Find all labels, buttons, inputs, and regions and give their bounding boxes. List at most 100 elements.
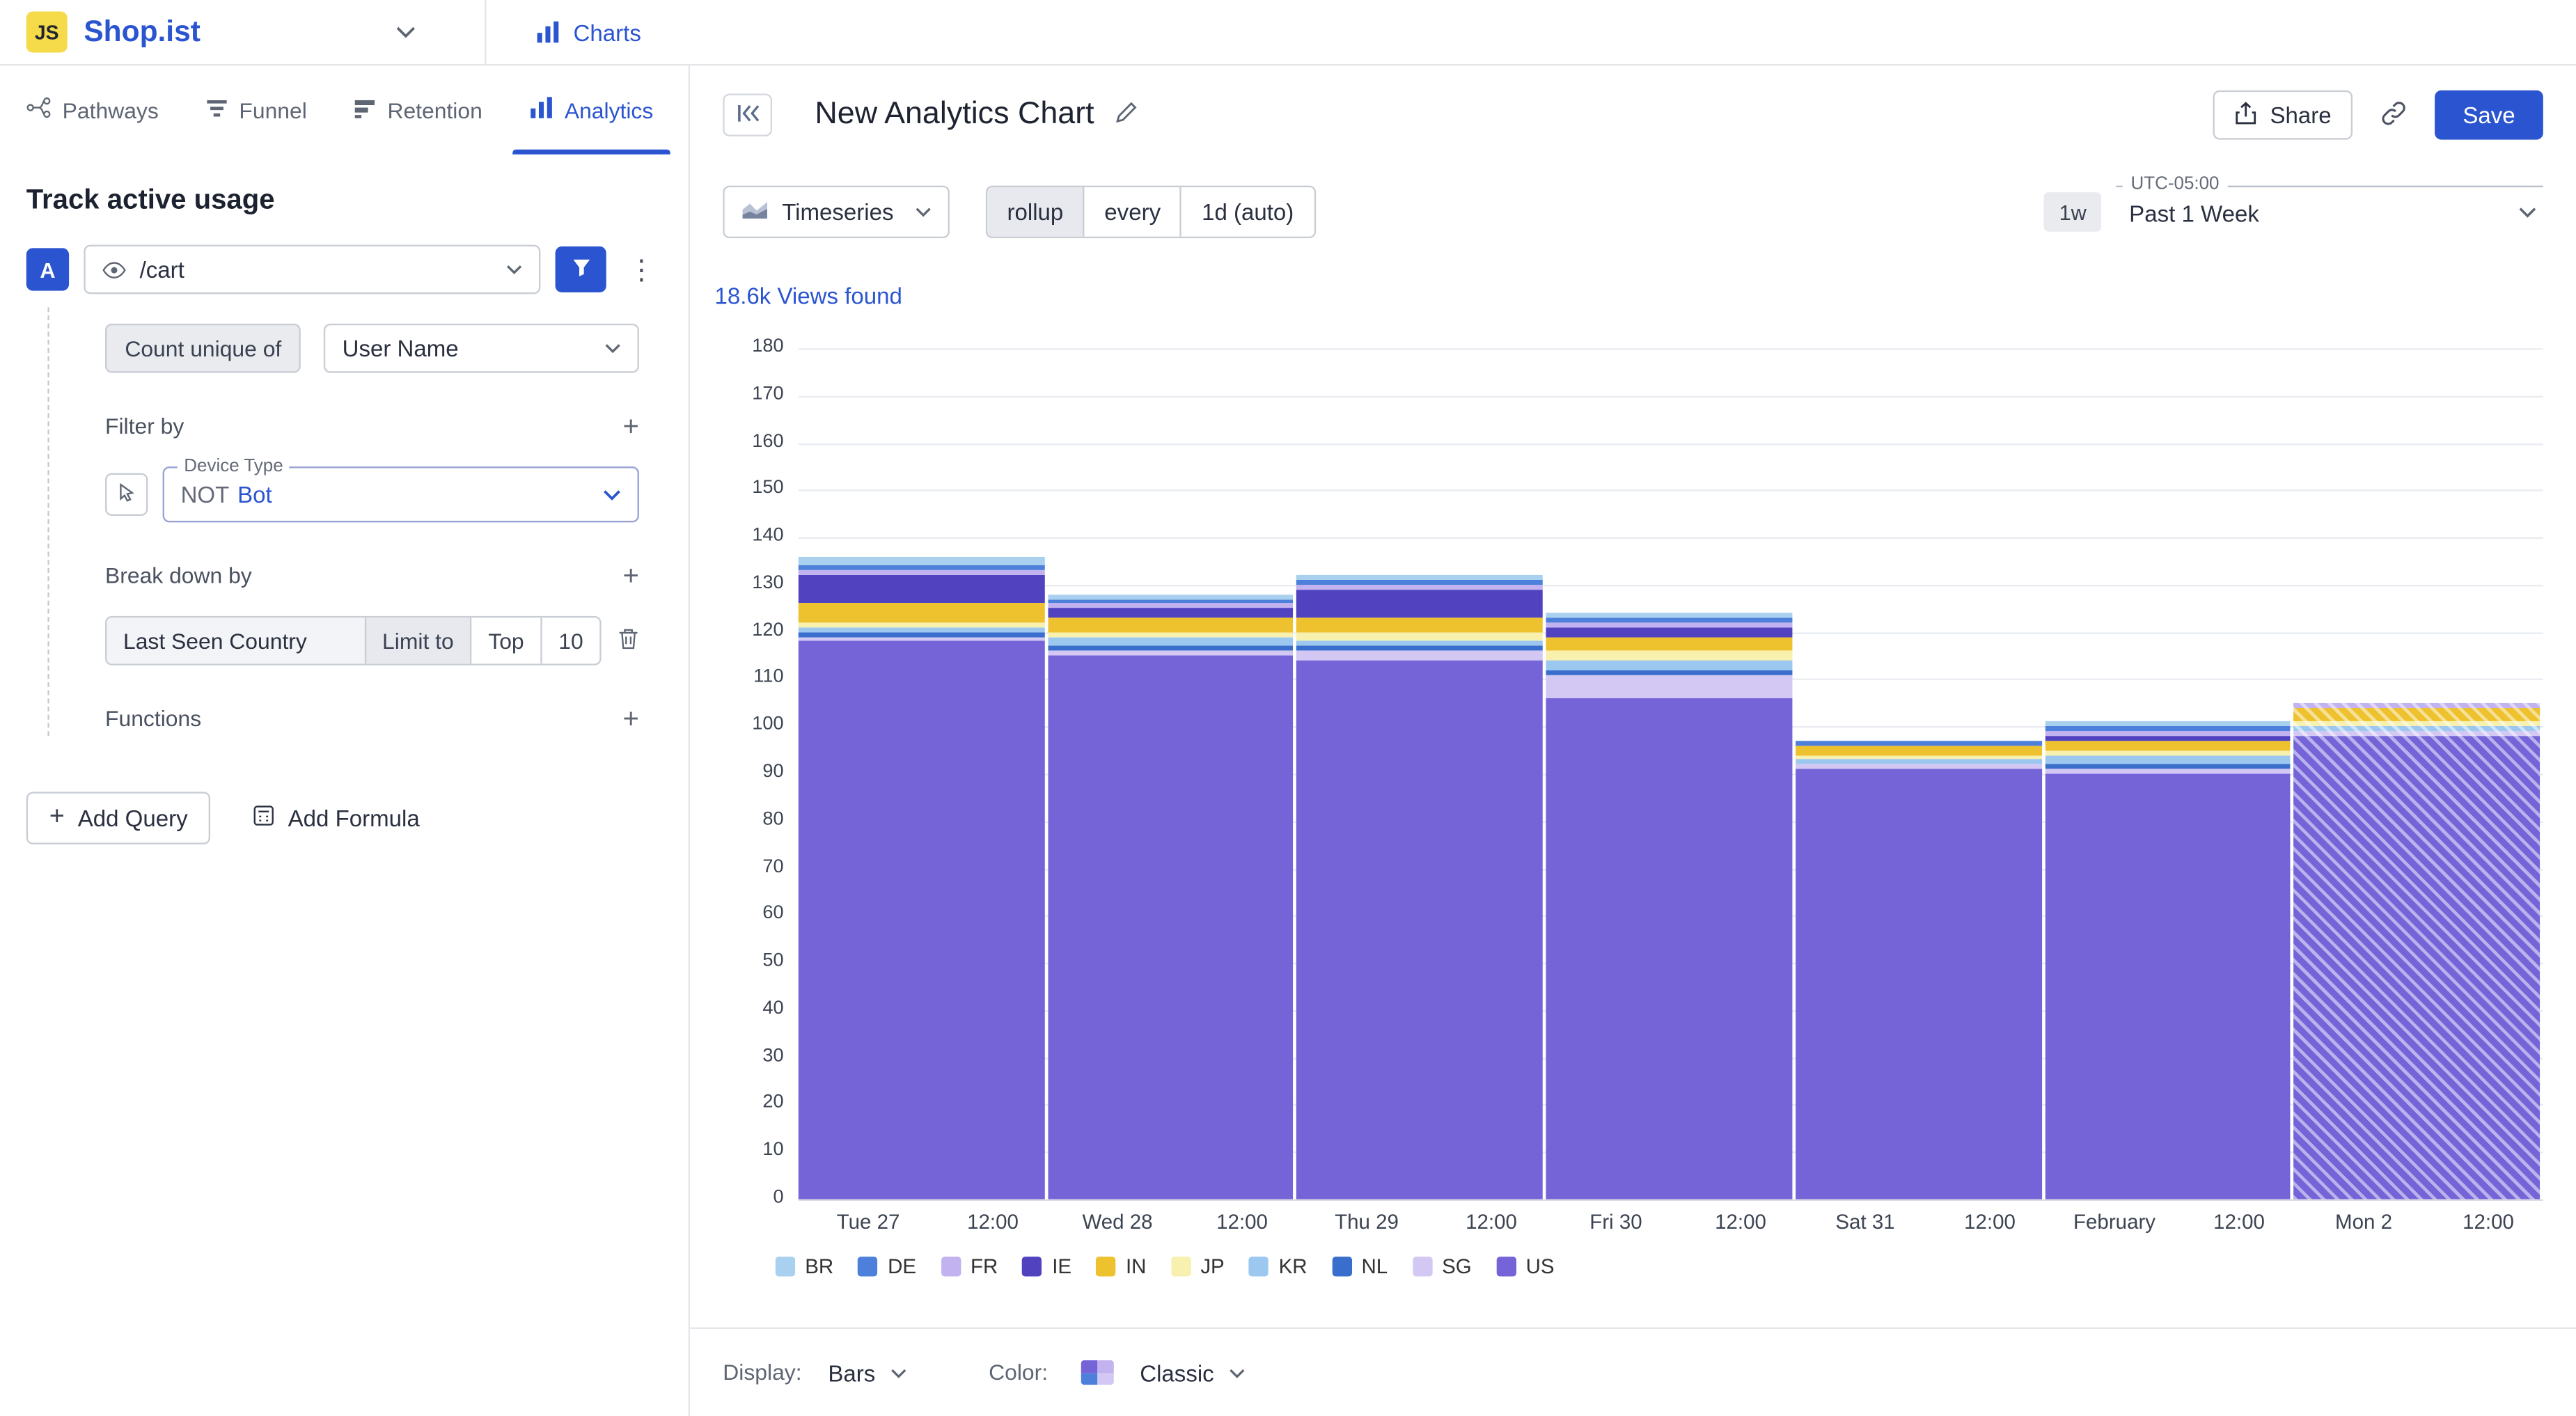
rollup-segment[interactable]: rollup <box>987 187 1083 237</box>
measure-select[interactable]: User Name <box>324 324 639 373</box>
top-bar: JS Shop.ist Charts <box>0 0 2576 65</box>
interval-segment[interactable]: 1d (auto) <box>1180 187 1313 237</box>
add-query-button[interactable]: + Add Query <box>26 792 211 844</box>
legend-item-SG[interactable]: SG <box>1413 1255 1472 1278</box>
bar-segment-JP <box>799 622 1044 627</box>
color-label: Color: <box>989 1360 1048 1385</box>
y-tick-label: 20 <box>762 1093 783 1112</box>
spacer <box>690 1278 2576 1291</box>
bar-segment-JP <box>1297 632 1543 642</box>
bar-segment-FR <box>1546 622 1792 627</box>
y-tick-label: 110 <box>753 668 783 687</box>
legend-item-JP[interactable]: JP <box>1171 1255 1225 1278</box>
tab-pathways[interactable]: Pathways <box>3 65 182 154</box>
app-brand[interactable]: JS Shop.ist <box>0 0 486 64</box>
legend-item-DE[interactable]: DE <box>858 1255 916 1278</box>
every-segment[interactable]: every <box>1083 187 1181 237</box>
link-icon <box>2380 100 2407 131</box>
timezone-label: UTC-05:00 <box>2123 174 2228 194</box>
legend-swatch <box>1496 1257 1516 1276</box>
bar-segment-JP <box>1546 651 1792 661</box>
legend-label: IN <box>1126 1255 1146 1278</box>
legend-item-IN[interactable]: IN <box>1096 1255 1146 1278</box>
device-type-filter-select[interactable]: Device Type NOT Bot <box>163 466 639 522</box>
bar-segment-IE <box>1546 627 1792 637</box>
bar-segment-IN <box>1796 746 2041 755</box>
viz-type-value: Timeseries <box>782 199 893 226</box>
add-breakdown-button[interactable]: + <box>622 562 638 590</box>
y-tick-label: 10 <box>762 1140 783 1160</box>
filter-cursor-button[interactable] <box>105 473 148 516</box>
legend-item-IE[interactable]: IE <box>1023 1255 1071 1278</box>
delete-breakdown-button[interactable] <box>618 627 639 654</box>
share-button[interactable]: Share <box>2213 91 2353 140</box>
header-actions: Share Save <box>2213 91 2543 140</box>
legend-item-KR[interactable]: KR <box>1249 1255 1307 1278</box>
limit-to-chip[interactable]: Limit to <box>364 617 470 663</box>
save-button[interactable]: Save <box>2435 91 2543 140</box>
views-found-link[interactable]: 18.6k Views found <box>714 283 902 309</box>
sidebar-actions: + Add Query Add Formula <box>0 792 689 844</box>
filter-row: Device Type NOT Bot <box>105 466 639 522</box>
tab-analytics[interactable]: Analytics <box>505 65 676 154</box>
limit-mode-select[interactable]: Top <box>470 617 540 663</box>
display-value: Bars <box>828 1360 875 1386</box>
filter-field-label: Device Type <box>178 457 290 476</box>
palette-color <box>1097 1373 1114 1385</box>
query-letter-badge[interactable]: A <box>26 248 69 290</box>
chevron-down-icon <box>506 265 523 274</box>
tab-retention[interactable]: Retention <box>330 65 505 154</box>
display-select[interactable]: Bars <box>818 1360 916 1386</box>
bar-segment-IN <box>2294 707 2540 721</box>
tab-funnel[interactable]: Funnel <box>182 65 330 154</box>
range-shortcut-chip[interactable]: 1w <box>2044 192 2101 232</box>
view-source-select[interactable]: /cart <box>84 245 540 294</box>
add-filter-button[interactable]: + <box>622 412 638 440</box>
app-root: JS Shop.ist Charts Pathways <box>0 0 2576 1416</box>
bar-sat-31 <box>1796 348 2041 1199</box>
query-kebab-menu[interactable]: ⋮ <box>621 255 662 283</box>
bar-segment-BR <box>1297 575 1543 580</box>
bar-segment-IE <box>799 575 1044 604</box>
copy-link-button[interactable] <box>2369 91 2419 140</box>
bar-segment-DE <box>1546 617 1792 622</box>
app-name[interactable]: Shop.ist <box>84 15 201 49</box>
color-select[interactable]: Classic <box>1130 1360 1255 1386</box>
query-filter-button[interactable] <box>556 246 606 292</box>
bar-segment-KR <box>2294 727 2540 732</box>
bar-segment-NL <box>2045 764 2291 769</box>
legend-item-NL[interactable]: NL <box>1332 1255 1388 1278</box>
bar-segment-BR <box>1546 613 1792 618</box>
view-source-value: /cart <box>140 256 184 283</box>
breakdown-section-row: Break down by + <box>105 562 639 590</box>
add-function-button[interactable]: + <box>622 705 638 732</box>
chevron-down-icon[interactable] <box>396 26 416 38</box>
limit-count-input[interactable]: 10 <box>540 617 599 663</box>
measure-value: User Name <box>343 335 459 361</box>
collapse-sidebar-button[interactable] <box>723 94 772 136</box>
bar-segment-SG <box>1297 651 1543 661</box>
palette-color <box>1081 1373 1097 1385</box>
bar-segment-BR <box>799 556 1044 566</box>
measure-chip[interactable]: Count unique of <box>105 324 301 373</box>
pathways-icon <box>26 97 51 123</box>
palette-color <box>1081 1360 1097 1373</box>
legend-item-BR[interactable]: BR <box>776 1255 833 1278</box>
nav-charts[interactable]: Charts <box>535 19 641 45</box>
retention-icon <box>353 97 376 122</box>
time-range-select[interactable]: UTC-05:00 Past 1 Week <box>2116 186 2543 239</box>
add-formula-button[interactable]: Add Formula <box>253 805 420 831</box>
legend-item-FR[interactable]: FR <box>941 1255 998 1278</box>
functions-section-row: Functions + <box>105 705 639 732</box>
legend-item-US[interactable]: US <box>1496 1255 1554 1278</box>
bar-segment-SG <box>1546 675 1792 698</box>
share-icon <box>2234 101 2257 129</box>
bar-segment-IN <box>1048 617 1294 631</box>
edit-title-button[interactable] <box>1114 100 1138 129</box>
viz-type-select[interactable]: Timeseries <box>723 186 950 239</box>
chevron-down-icon <box>890 1367 907 1377</box>
color-value: Classic <box>1140 1360 1214 1386</box>
display-label: Display: <box>723 1360 801 1385</box>
bar-segment-US <box>1048 656 1294 1199</box>
breakdown-field[interactable]: Last Seen Country <box>107 617 364 663</box>
